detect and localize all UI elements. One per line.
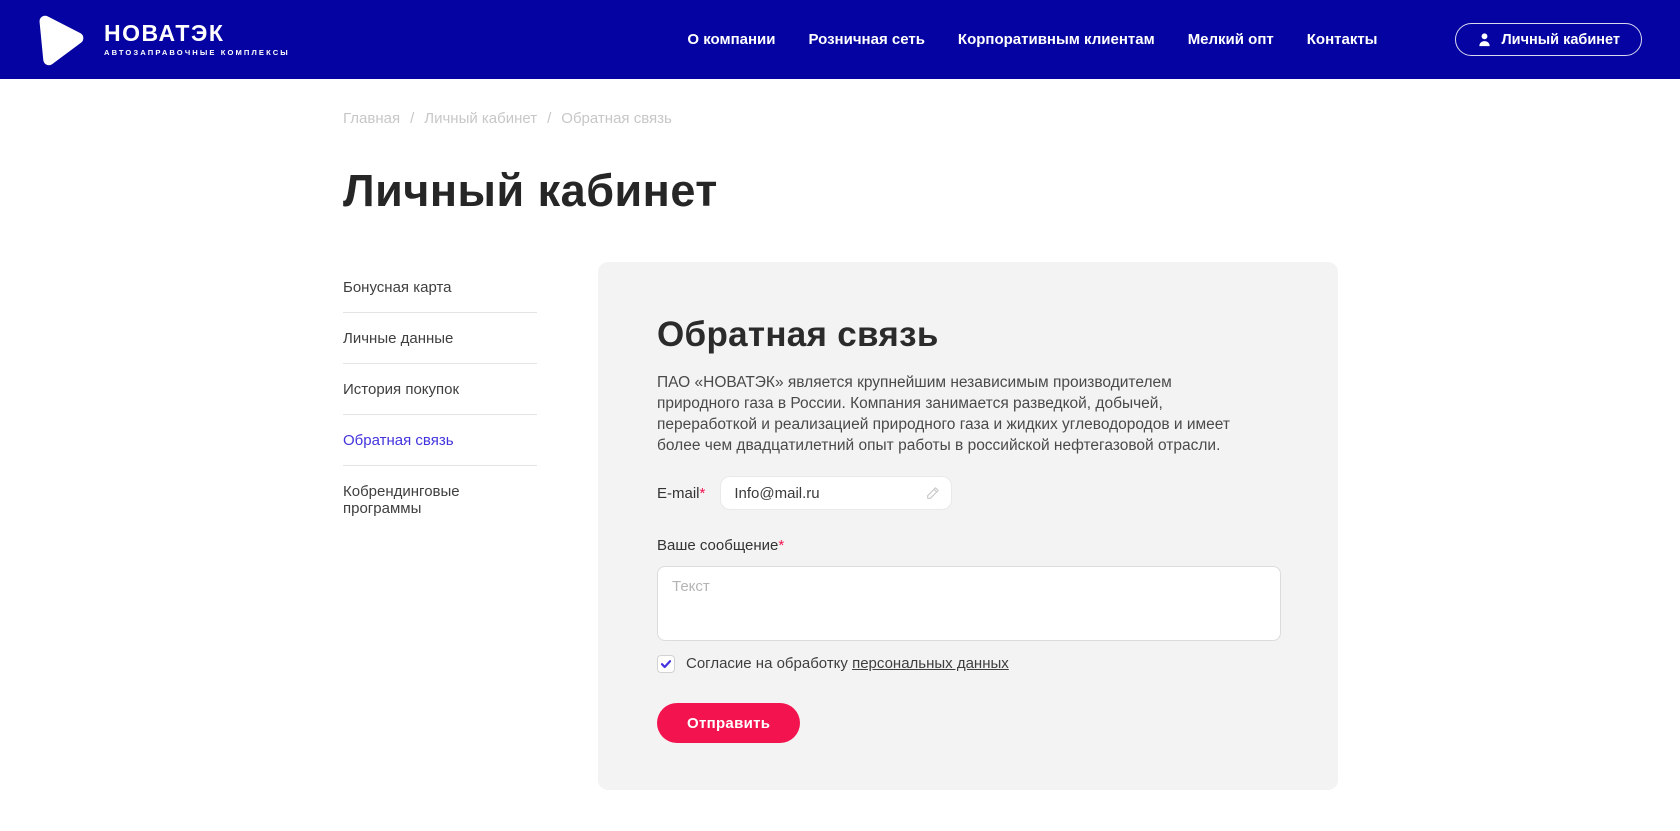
message-textarea[interactable] [657, 566, 1281, 641]
logo-text: НОВАТЭК АВТОЗАПРАВОЧНЫЕ КОМПЛЕКСЫ [104, 22, 290, 57]
sidebar-item-bonus-card[interactable]: Бонусная карта [343, 262, 537, 313]
breadcrumb-separator: / [410, 111, 414, 126]
nav-item-wholesale[interactable]: Мелкий опт [1188, 32, 1274, 47]
breadcrumb-separator: / [547, 111, 551, 126]
account-button[interactable]: Личный кабинет [1455, 23, 1642, 56]
consent-checkbox[interactable] [657, 655, 675, 673]
email-input-wrap [720, 476, 952, 510]
nav-item-corporate[interactable]: Корпоративным клиентам [958, 32, 1155, 47]
sidebar-item-personal-data[interactable]: Личные данные [343, 313, 537, 364]
logo-flame-icon [33, 11, 89, 69]
submit-button[interactable]: Отправить [657, 703, 800, 743]
email-row: E-mail* [657, 476, 1281, 510]
breadcrumb: Главная / Личный кабинет / Обратная связ… [343, 111, 1680, 126]
page-content: Главная / Личный кабинет / Обратная связ… [343, 111, 1680, 790]
breadcrumb-cabinet[interactable]: Личный кабинет [424, 111, 537, 126]
message-label: Ваше сообщение* [657, 538, 1281, 554]
top-navbar: НОВАТЭК АВТОЗАПРАВОЧНЫЕ КОМПЛЕКСЫ О комп… [0, 0, 1680, 79]
email-label: E-mail* [657, 485, 705, 502]
feedback-card: Обратная связь ПАО «НОВАТЭК» является кр… [598, 262, 1338, 790]
cabinet-sidebar: Бонусная карта Личные данные История пок… [343, 262, 537, 533]
sidebar-item-feedback[interactable]: Обратная связь [343, 415, 537, 466]
consent-text: Согласие на обработку персональных данны… [686, 655, 1009, 673]
edit-pencil-icon[interactable] [925, 485, 941, 501]
email-input[interactable] [720, 476, 952, 510]
breadcrumb-home[interactable]: Главная [343, 111, 400, 126]
consent-row: Согласие на обработку персональных данны… [657, 655, 1281, 673]
novatek-logo[interactable]: НОВАТЭК АВТОЗАПРАВОЧНЫЕ КОМПЛЕКСЫ [33, 11, 290, 69]
user-icon [1477, 32, 1492, 47]
main-nav: О компании Розничная сеть Корпоративным … [687, 32, 1377, 47]
sidebar-item-cobranding[interactable]: Кобрендинговые программы [343, 466, 537, 533]
breadcrumb-feedback[interactable]: Обратная связь [561, 111, 672, 126]
required-asterisk: * [700, 485, 706, 502]
checkmark-icon [660, 658, 672, 670]
columns: Бонусная карта Личные данные История пок… [343, 262, 1680, 790]
required-asterisk: * [778, 537, 784, 554]
sidebar-item-purchase-history[interactable]: История покупок [343, 364, 537, 415]
account-button-label: Личный кабинет [1501, 32, 1620, 48]
personal-data-link[interactable]: персональных данных [852, 655, 1009, 672]
form-title: Обратная связь [657, 314, 1281, 356]
nav-item-about[interactable]: О компании [687, 32, 775, 47]
logo-subtitle: АВТОЗАПРАВОЧНЫЕ КОМПЛЕКСЫ [104, 49, 290, 57]
form-description: ПАО «НОВАТЭК» является крупнейшим незави… [657, 372, 1249, 456]
page-title: Личный кабинет [343, 171, 1680, 211]
nav-item-contacts[interactable]: Контакты [1307, 32, 1378, 47]
logo-title: НОВАТЭК [104, 22, 290, 45]
nav-item-retail[interactable]: Розничная сеть [809, 32, 925, 47]
